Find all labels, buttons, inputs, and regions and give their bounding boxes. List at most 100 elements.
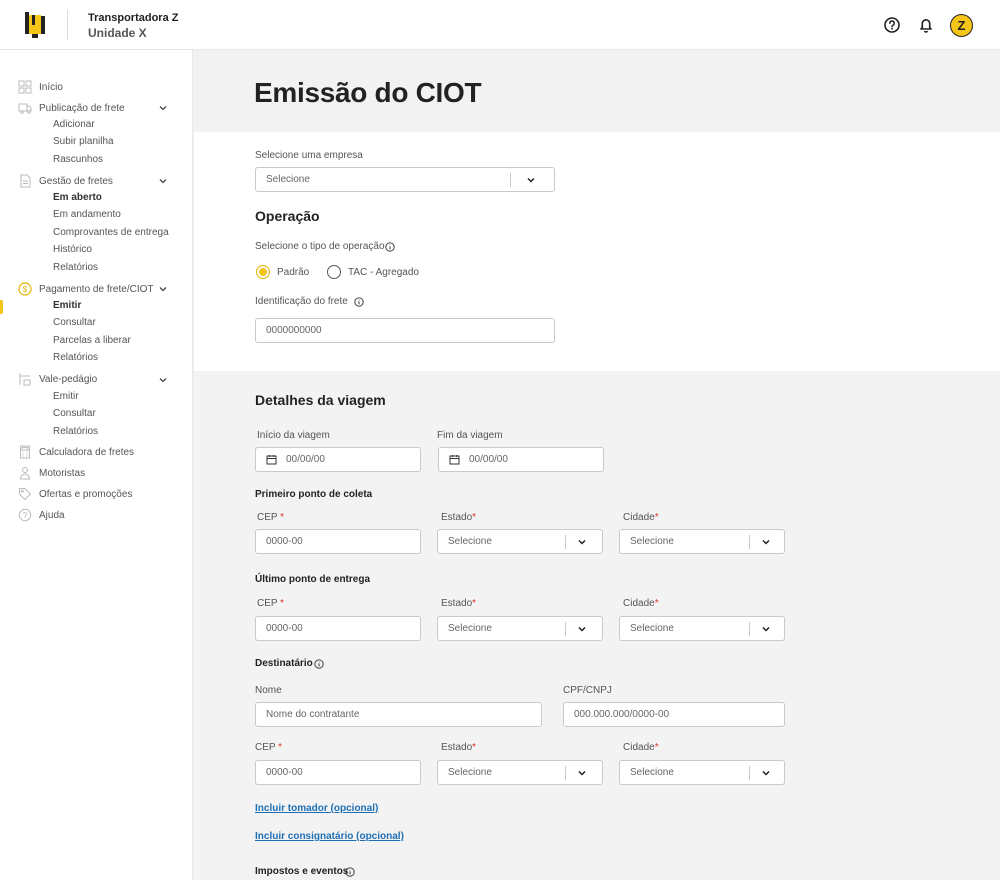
destinatario-cidade-select[interactable]: Selecione	[619, 760, 785, 785]
sidebar-item-ofertas[interactable]: Ofertas e promoções	[18, 486, 132, 502]
sidebar-item-vale-consultar[interactable]: Consultar	[53, 407, 96, 421]
cep-placeholder: 0000-00	[266, 623, 303, 634]
sidebar-item-rascunhos[interactable]: Rascunhos	[53, 153, 103, 167]
radio-padrao-label: Padrão	[277, 267, 310, 278]
svg-text:$: $	[23, 285, 28, 294]
info-icon[interactable]	[314, 659, 324, 669]
coleta-cidade-select[interactable]: Selecione	[619, 529, 785, 554]
sidebar-item-label: Calculadora de fretes	[39, 446, 135, 458]
select-value: Selecione	[630, 536, 674, 547]
sidebar-item-vale-relatorios[interactable]: Relatórios	[53, 425, 98, 439]
sidebar-item-inicio[interactable]: Início	[18, 79, 63, 95]
destinatario-cep-input[interactable]: 0000-00	[255, 760, 421, 785]
bell-icon[interactable]	[915, 14, 937, 36]
sidebar-item-em-aberto[interactable]: Em aberto	[53, 191, 102, 205]
estado-label-text: Estado	[441, 512, 473, 523]
sidebar-item-relatorios[interactable]: Relatórios	[53, 261, 98, 275]
info-icon[interactable]	[345, 867, 355, 877]
entrega-estado-select[interactable]: Selecione	[437, 616, 603, 641]
destinatario-estado-select[interactable]: Selecione	[437, 760, 603, 785]
calculator-icon	[20, 445, 30, 459]
calendar-icon	[449, 455, 460, 465]
sidebar-item-parcelas[interactable]: Parcelas a liberar	[53, 334, 131, 348]
empresa-select-value: Selecione	[266, 174, 310, 185]
sidebar-item-calculadora[interactable]: Calculadora de fretes	[18, 444, 134, 460]
truck-icon	[18, 103, 32, 114]
select-separator	[749, 766, 750, 780]
estado-label: Estado*	[441, 598, 476, 609]
entrega-title: Último ponto de entrega	[255, 574, 370, 585]
chevron-down-icon	[578, 539, 586, 545]
cep-label-text: CEP	[257, 598, 278, 609]
impostos-eventos-title: Impostos e eventos	[255, 866, 349, 877]
sidebar-item-label: Ajuda	[39, 509, 65, 521]
empresa-select[interactable]: Selecione	[255, 167, 555, 192]
help-icon[interactable]	[881, 14, 903, 36]
radio-padrao[interactable]	[256, 265, 270, 279]
cep-label-text: CEP	[257, 512, 278, 523]
cidade-label: Cidade*	[623, 742, 659, 753]
select-value: Selecione	[630, 623, 674, 634]
page-title: Emissão do CIOT	[254, 77, 482, 108]
coleta-cep-input[interactable]: 0000-00	[255, 529, 421, 554]
fim-viagem-label: Fim da viagem	[437, 430, 503, 441]
select-separator	[510, 173, 511, 187]
sidebar-item-vale-pedagio[interactable]: Vale-pedágio	[18, 371, 97, 387]
identificacao-input[interactable]: 0000000000	[255, 318, 555, 343]
empresa-label: Selecione uma empresa	[255, 150, 363, 161]
chevron-down-icon[interactable]	[158, 103, 168, 113]
top-header: Transportadora Z Unidade X Z	[0, 0, 1000, 50]
help-circle-icon: ?	[18, 508, 32, 522]
required-mark: *	[280, 512, 285, 523]
entrega-cidade-select[interactable]: Selecione	[619, 616, 785, 641]
unit-name: Unidade X	[88, 26, 147, 40]
sidebar-item-em-andamento[interactable]: Em andamento	[53, 208, 121, 222]
company-logo	[25, 12, 45, 38]
sidebar-item-label: Ofertas e promoções	[39, 488, 133, 500]
calendar-icon	[266, 455, 277, 465]
sidebar-item-comprovantes[interactable]: Comprovantes de entrega	[53, 226, 169, 240]
sidebar-item-pagamento[interactable]: $ Pagamento de frete/CIOT	[18, 281, 154, 297]
info-icon[interactable]	[385, 242, 395, 252]
sidebar-item-publicacao[interactable]: Publicação de frete	[18, 100, 125, 116]
cidade-label: Cidade*	[623, 512, 659, 523]
sidebar-item-emitir[interactable]: Emitir	[53, 299, 81, 313]
chevron-down-icon[interactable]	[158, 375, 168, 385]
estado-label-text: Estado	[441, 598, 473, 609]
incluir-consignatario-link[interactable]: Incluir consignatário (opcional)	[255, 831, 404, 842]
fim-viagem-placeholder: 00/00/00	[469, 454, 508, 465]
estado-label-text: Estado	[441, 742, 473, 753]
nome-input[interactable]: Nome do contratante	[255, 702, 542, 727]
radio-tac-agregado-label: TAC - Agregado	[348, 267, 419, 278]
operacao-title: Operação	[255, 208, 320, 224]
required-mark: *	[472, 742, 477, 753]
sidebar-item-consultar[interactable]: Consultar	[53, 316, 96, 330]
chevron-down-icon[interactable]	[158, 176, 168, 186]
chevron-down-icon	[762, 770, 770, 776]
inicio-viagem-label: Início da viagem	[257, 430, 330, 441]
select-value: Selecione	[448, 536, 492, 547]
coleta-estado-select[interactable]: Selecione	[437, 529, 603, 554]
incluir-tomador-link[interactable]: Incluir tomador (opcional)	[255, 803, 378, 814]
sidebar-item-subir-planilha[interactable]: Subir planilha	[53, 135, 114, 149]
cpf-cnpj-input[interactable]: 000.000.000/0000-00	[563, 702, 785, 727]
sidebar-item-adicionar[interactable]: Adicionar	[53, 118, 95, 132]
sidebar-item-gestao[interactable]: Gestão de fretes	[18, 173, 113, 189]
info-icon[interactable]	[354, 297, 364, 307]
sidebar-item-ajuda[interactable]: ? Ajuda	[18, 507, 65, 523]
fim-viagem-input[interactable]: 00/00/00	[438, 447, 604, 472]
chevron-down-icon[interactable]	[158, 284, 168, 294]
entrega-cep-input[interactable]: 0000-00	[255, 616, 421, 641]
radio-tac-agregado[interactable]	[327, 265, 341, 279]
tag-icon	[19, 488, 32, 501]
sidebar-item-relatorios[interactable]: Relatórios	[53, 351, 98, 365]
user-avatar[interactable]: Z	[950, 14, 973, 37]
sidebar-item-historico[interactable]: Histórico	[53, 243, 92, 257]
sidebar-item-vale-emitir[interactable]: Emitir	[53, 390, 79, 404]
identificacao-placeholder: 0000000000	[266, 325, 322, 336]
cidade-label-text: Cidade	[623, 512, 655, 523]
required-mark: *	[278, 742, 283, 753]
sidebar-item-motoristas[interactable]: Motoristas	[18, 465, 85, 481]
chevron-down-icon	[762, 626, 770, 632]
inicio-viagem-input[interactable]: 00/00/00	[255, 447, 421, 472]
